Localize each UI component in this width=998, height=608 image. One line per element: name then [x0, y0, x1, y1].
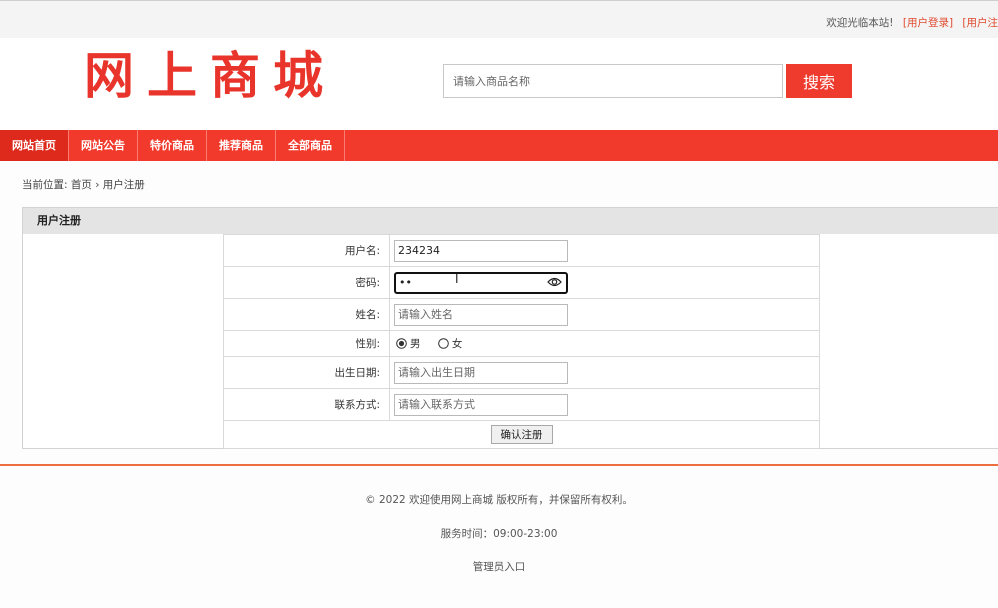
- register-link[interactable]: [用户注: [962, 17, 998, 29]
- contact-field[interactable]: [394, 393, 568, 416]
- form-row-gender: 性别: 男 女: [223, 330, 820, 357]
- gender-male-label: 男: [410, 338, 421, 350]
- text-cursor-icon: I: [455, 272, 459, 286]
- radio-checked-icon[interactable]: [396, 338, 407, 349]
- birthdate-field[interactable]: [394, 361, 568, 384]
- nav-item-all-products[interactable]: 全部商品: [276, 130, 345, 161]
- panel-title: 用户注册: [23, 208, 998, 234]
- admin-link[interactable]: 管理员入口: [0, 559, 998, 574]
- name-field[interactable]: [394, 303, 568, 326]
- register-panel: 用户注册 用户名: 密码: 姓名:: [22, 207, 998, 449]
- contact-label: 联系方式:: [223, 388, 390, 421]
- breadcrumb-current: 用户注册: [102, 179, 145, 191]
- radio-unchecked-icon[interactable]: [438, 338, 449, 349]
- form-row-name: 姓名:: [223, 298, 820, 331]
- password-field[interactable]: [394, 271, 568, 294]
- username-field[interactable]: [394, 239, 568, 262]
- breadcrumb-home[interactable]: 首页: [71, 179, 92, 191]
- login-link[interactable]: [用户登录]: [903, 17, 953, 29]
- nav-item-announcements[interactable]: 网站公告: [69, 130, 138, 161]
- form-row-username: 用户名:: [223, 234, 820, 267]
- nav-item-recommended[interactable]: 推荐商品: [207, 130, 276, 161]
- breadcrumb-separator: ›: [95, 179, 100, 191]
- nav-item-specials[interactable]: 特价商品: [138, 130, 207, 161]
- name-label: 姓名:: [223, 298, 390, 331]
- gender-female-option[interactable]: 女: [438, 336, 475, 351]
- form-row-password: 密码:: [223, 266, 820, 299]
- form-row-submit: 确认注册: [223, 420, 820, 449]
- header: 网上商城 搜索: [0, 38, 998, 130]
- top-bar: 欢迎光临本站! [用户登录] [用户注: [0, 0, 998, 38]
- search-input[interactable]: [443, 64, 783, 98]
- breadcrumb: 当前位置: 首页 › 用户注册: [22, 177, 145, 192]
- footer-copyright: © 2022 欢迎使用网上商城 版权所有，并保留所有权利。: [365, 494, 633, 506]
- password-label: 密码:: [223, 266, 390, 299]
- top-welcome: 欢迎光临本站! [用户登录] [用户注: [826, 15, 998, 30]
- nav-item-home[interactable]: 网站首页: [0, 130, 69, 161]
- welcome-text: 欢迎光临本站!: [826, 17, 894, 29]
- password-wrapper: [394, 271, 568, 294]
- breadcrumb-prefix: 当前位置:: [22, 179, 68, 191]
- main-nav: 网站首页 网站公告 特价商品 推荐商品 全部商品: [0, 130, 998, 161]
- footer-divider: [0, 464, 998, 466]
- form-row-contact: 联系方式:: [223, 388, 820, 421]
- footer-service-hours: 服务时间：09:00-23:00: [440, 528, 558, 540]
- gender-male-option[interactable]: 男: [396, 336, 433, 351]
- register-form: 用户名: 密码: 姓名: 性别: [223, 234, 820, 449]
- search-button[interactable]: 搜索: [786, 64, 852, 98]
- form-row-birthdate: 出生日期:: [223, 356, 820, 389]
- gender-label: 性别:: [223, 330, 390, 357]
- site-logo[interactable]: 网上商城: [84, 48, 336, 104]
- eye-icon[interactable]: [547, 276, 562, 288]
- gender-female-label: 女: [451, 338, 463, 350]
- submit-button[interactable]: 确认注册: [490, 425, 553, 444]
- username-label: 用户名:: [223, 234, 390, 267]
- birthdate-label: 出生日期:: [223, 356, 390, 389]
